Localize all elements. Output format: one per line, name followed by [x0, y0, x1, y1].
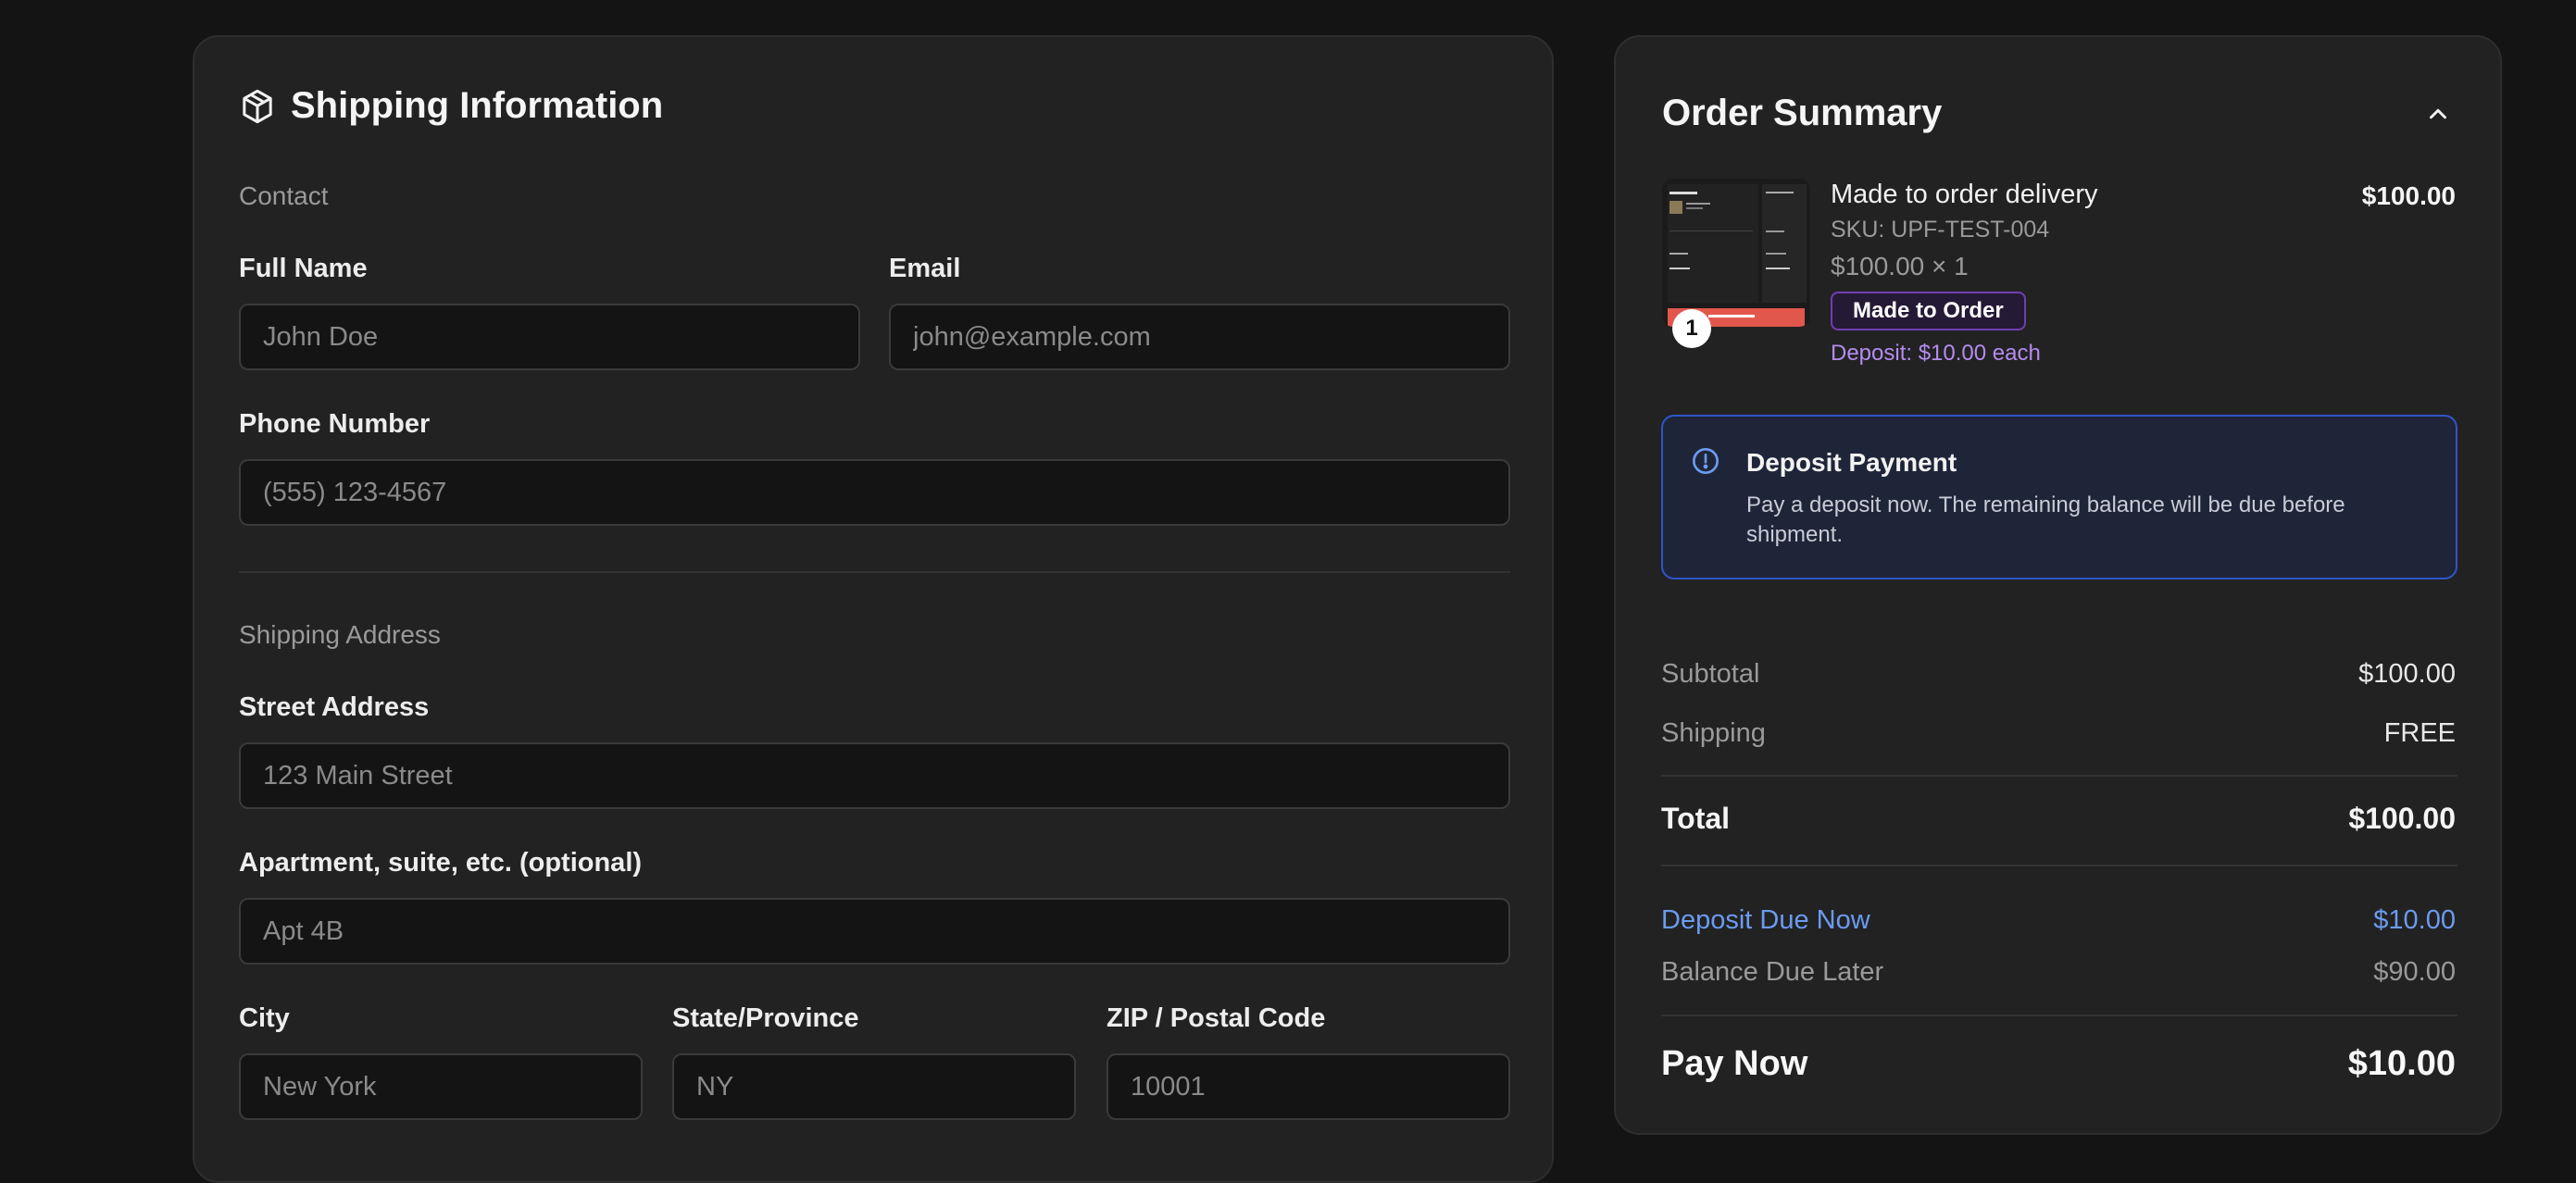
street-address-label: Street Address — [239, 692, 430, 722]
state-input[interactable] — [672, 1053, 1076, 1120]
product-thumbnail — [1662, 179, 1810, 327]
deposit-due-label: Deposit Due Now — [1661, 905, 1870, 935]
full-name-input[interactable] — [239, 304, 860, 370]
quantity-badge: 1 — [1672, 309, 1711, 348]
total-label: Total — [1661, 802, 1731, 835]
apartment-label: Apartment, suite, etc. (optional) — [239, 848, 643, 878]
section-divider — [239, 571, 1510, 573]
pay-now-divider — [1661, 1015, 2457, 1016]
product-name: Made to order delivery — [1831, 180, 2098, 209]
info-alert-icon — [1693, 448, 1719, 474]
pay-now-value: $10.00 — [2347, 1044, 2456, 1083]
apartment-input[interactable] — [239, 898, 1510, 965]
phone-label: Phone Number — [239, 409, 431, 439]
contact-section-heading: Contact — [239, 181, 329, 210]
email-input[interactable] — [889, 304, 1510, 370]
subtotal-label: Subtotal — [1661, 659, 1760, 689]
deposit-notice-text: Pay a deposit now. The remaining balance… — [1746, 492, 2345, 547]
city-label: City — [239, 1003, 290, 1033]
deposit-notice-title: Deposit Payment — [1746, 448, 1957, 477]
package-icon — [243, 89, 272, 124]
balance-due-value: $90.00 — [2373, 957, 2456, 987]
product-sku: SKU: UPF-TEST-004 — [1831, 217, 2050, 243]
order-summary-card: Order Summary Made to order delivery SKU… — [1614, 35, 2502, 1135]
shipping-value: FREE — [2383, 718, 2456, 748]
subtotal-value: $100.00 — [2358, 659, 2456, 689]
zip-label: ZIP / Postal Code — [1107, 1003, 1326, 1033]
product-unit-line: $100.00 × 1 — [1831, 252, 1969, 280]
deposit-note: Deposit: $10.00 each — [1831, 341, 2041, 366]
email-label: Email — [889, 254, 961, 283]
shipping-title: Shipping Information — [291, 85, 664, 126]
product-price: $100.00 — [2361, 181, 2456, 210]
zip-input[interactable] — [1107, 1053, 1510, 1120]
city-input[interactable] — [239, 1053, 643, 1120]
street-address-input[interactable] — [239, 742, 1510, 809]
total-value: $100.00 — [2348, 802, 2456, 835]
shipping-label: Shipping — [1661, 718, 1766, 748]
deposit-divider — [1661, 865, 2457, 866]
deposit-due-value: $10.00 — [2373, 905, 2456, 935]
chevron-up-icon[interactable] — [2424, 100, 2452, 128]
state-label: State/Province — [672, 1003, 859, 1033]
balance-due-label: Balance Due Later — [1661, 957, 1884, 987]
shipping-information-card: Shipping Information Contact Full Name E… — [193, 35, 1554, 1183]
made-to-order-badge: Made to Order — [1831, 292, 2026, 330]
shipping-address-section-heading: Shipping Address — [239, 620, 441, 649]
totals-divider — [1661, 775, 2457, 777]
full-name-label: Full Name — [239, 254, 368, 283]
phone-input[interactable] — [239, 459, 1510, 526]
pay-now-label: Pay Now — [1661, 1044, 1808, 1083]
deposit-notice: Deposit Payment Pay a deposit now. The r… — [1661, 415, 2457, 579]
order-summary-title: Order Summary — [1662, 93, 1943, 133]
